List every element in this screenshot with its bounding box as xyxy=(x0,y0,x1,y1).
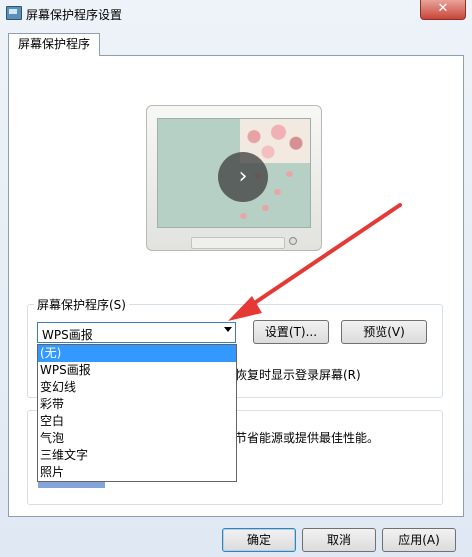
close-button[interactable]: ✕ xyxy=(420,0,466,20)
cancel-button[interactable]: 取消 xyxy=(302,528,376,552)
power-light-icon xyxy=(289,237,297,245)
apply-button[interactable]: 应用(A) xyxy=(382,528,456,552)
petal xyxy=(240,213,247,219)
chevron-down-icon xyxy=(224,327,232,332)
title-bar[interactable]: 屏幕保护程序设置 ✕ xyxy=(0,0,472,26)
settings-button[interactable]: 设置(T)... xyxy=(253,320,329,344)
monitor-bezel-bar xyxy=(191,237,285,249)
dropdown-option-none[interactable]: (无) xyxy=(38,345,236,362)
screen-saver-group-label: 屏幕保护程序(S) xyxy=(34,296,129,313)
screen-saver-select-value: WPS画报 xyxy=(42,328,93,342)
screen-saver-settings-window: 屏幕保护程序设置 ✕ 屏幕保护程序 › 屏幕保护程序(S) WPS画报 设置(T… xyxy=(0,0,472,557)
petal xyxy=(286,171,293,177)
dropdown-option-blank[interactable]: 空白 xyxy=(38,413,236,430)
preview-button[interactable]: 预览(V) xyxy=(341,320,427,344)
screen-saver-select[interactable]: WPS画报 xyxy=(37,322,236,343)
preview-screen: › xyxy=(157,118,311,228)
dropdown-option-bubbles[interactable]: 气泡 xyxy=(38,430,236,447)
petal xyxy=(262,205,269,211)
monitor-icon xyxy=(6,6,22,20)
screen-saver-dropdown-list[interactable]: (无) WPS画报 变幻线 彩带 空白 气泡 三维文字 照片 xyxy=(37,344,237,482)
window-title: 屏幕保护程序设置 xyxy=(26,8,123,22)
dropdown-option-ribbons[interactable]: 变幻线 xyxy=(38,379,236,396)
ok-button[interactable]: 确定 xyxy=(222,528,296,552)
power-management-text: 节省能源或提供最佳性能。 xyxy=(235,431,380,445)
dropdown-option-photos[interactable]: 照片 xyxy=(38,464,236,481)
petal xyxy=(274,189,281,195)
dropdown-option-mystify[interactable]: 彩带 xyxy=(38,396,236,413)
dropdown-option-wps[interactable]: WPS画报 xyxy=(38,362,236,379)
dropdown-option-3d-text[interactable]: 三维文字 xyxy=(38,447,236,464)
tab-screen-saver[interactable]: 屏幕保护程序 xyxy=(8,33,100,56)
resume-logon-checkbox-label[interactable]: 恢复时显示登录屏幕(R) xyxy=(235,366,361,383)
play-icon: › xyxy=(218,152,268,202)
